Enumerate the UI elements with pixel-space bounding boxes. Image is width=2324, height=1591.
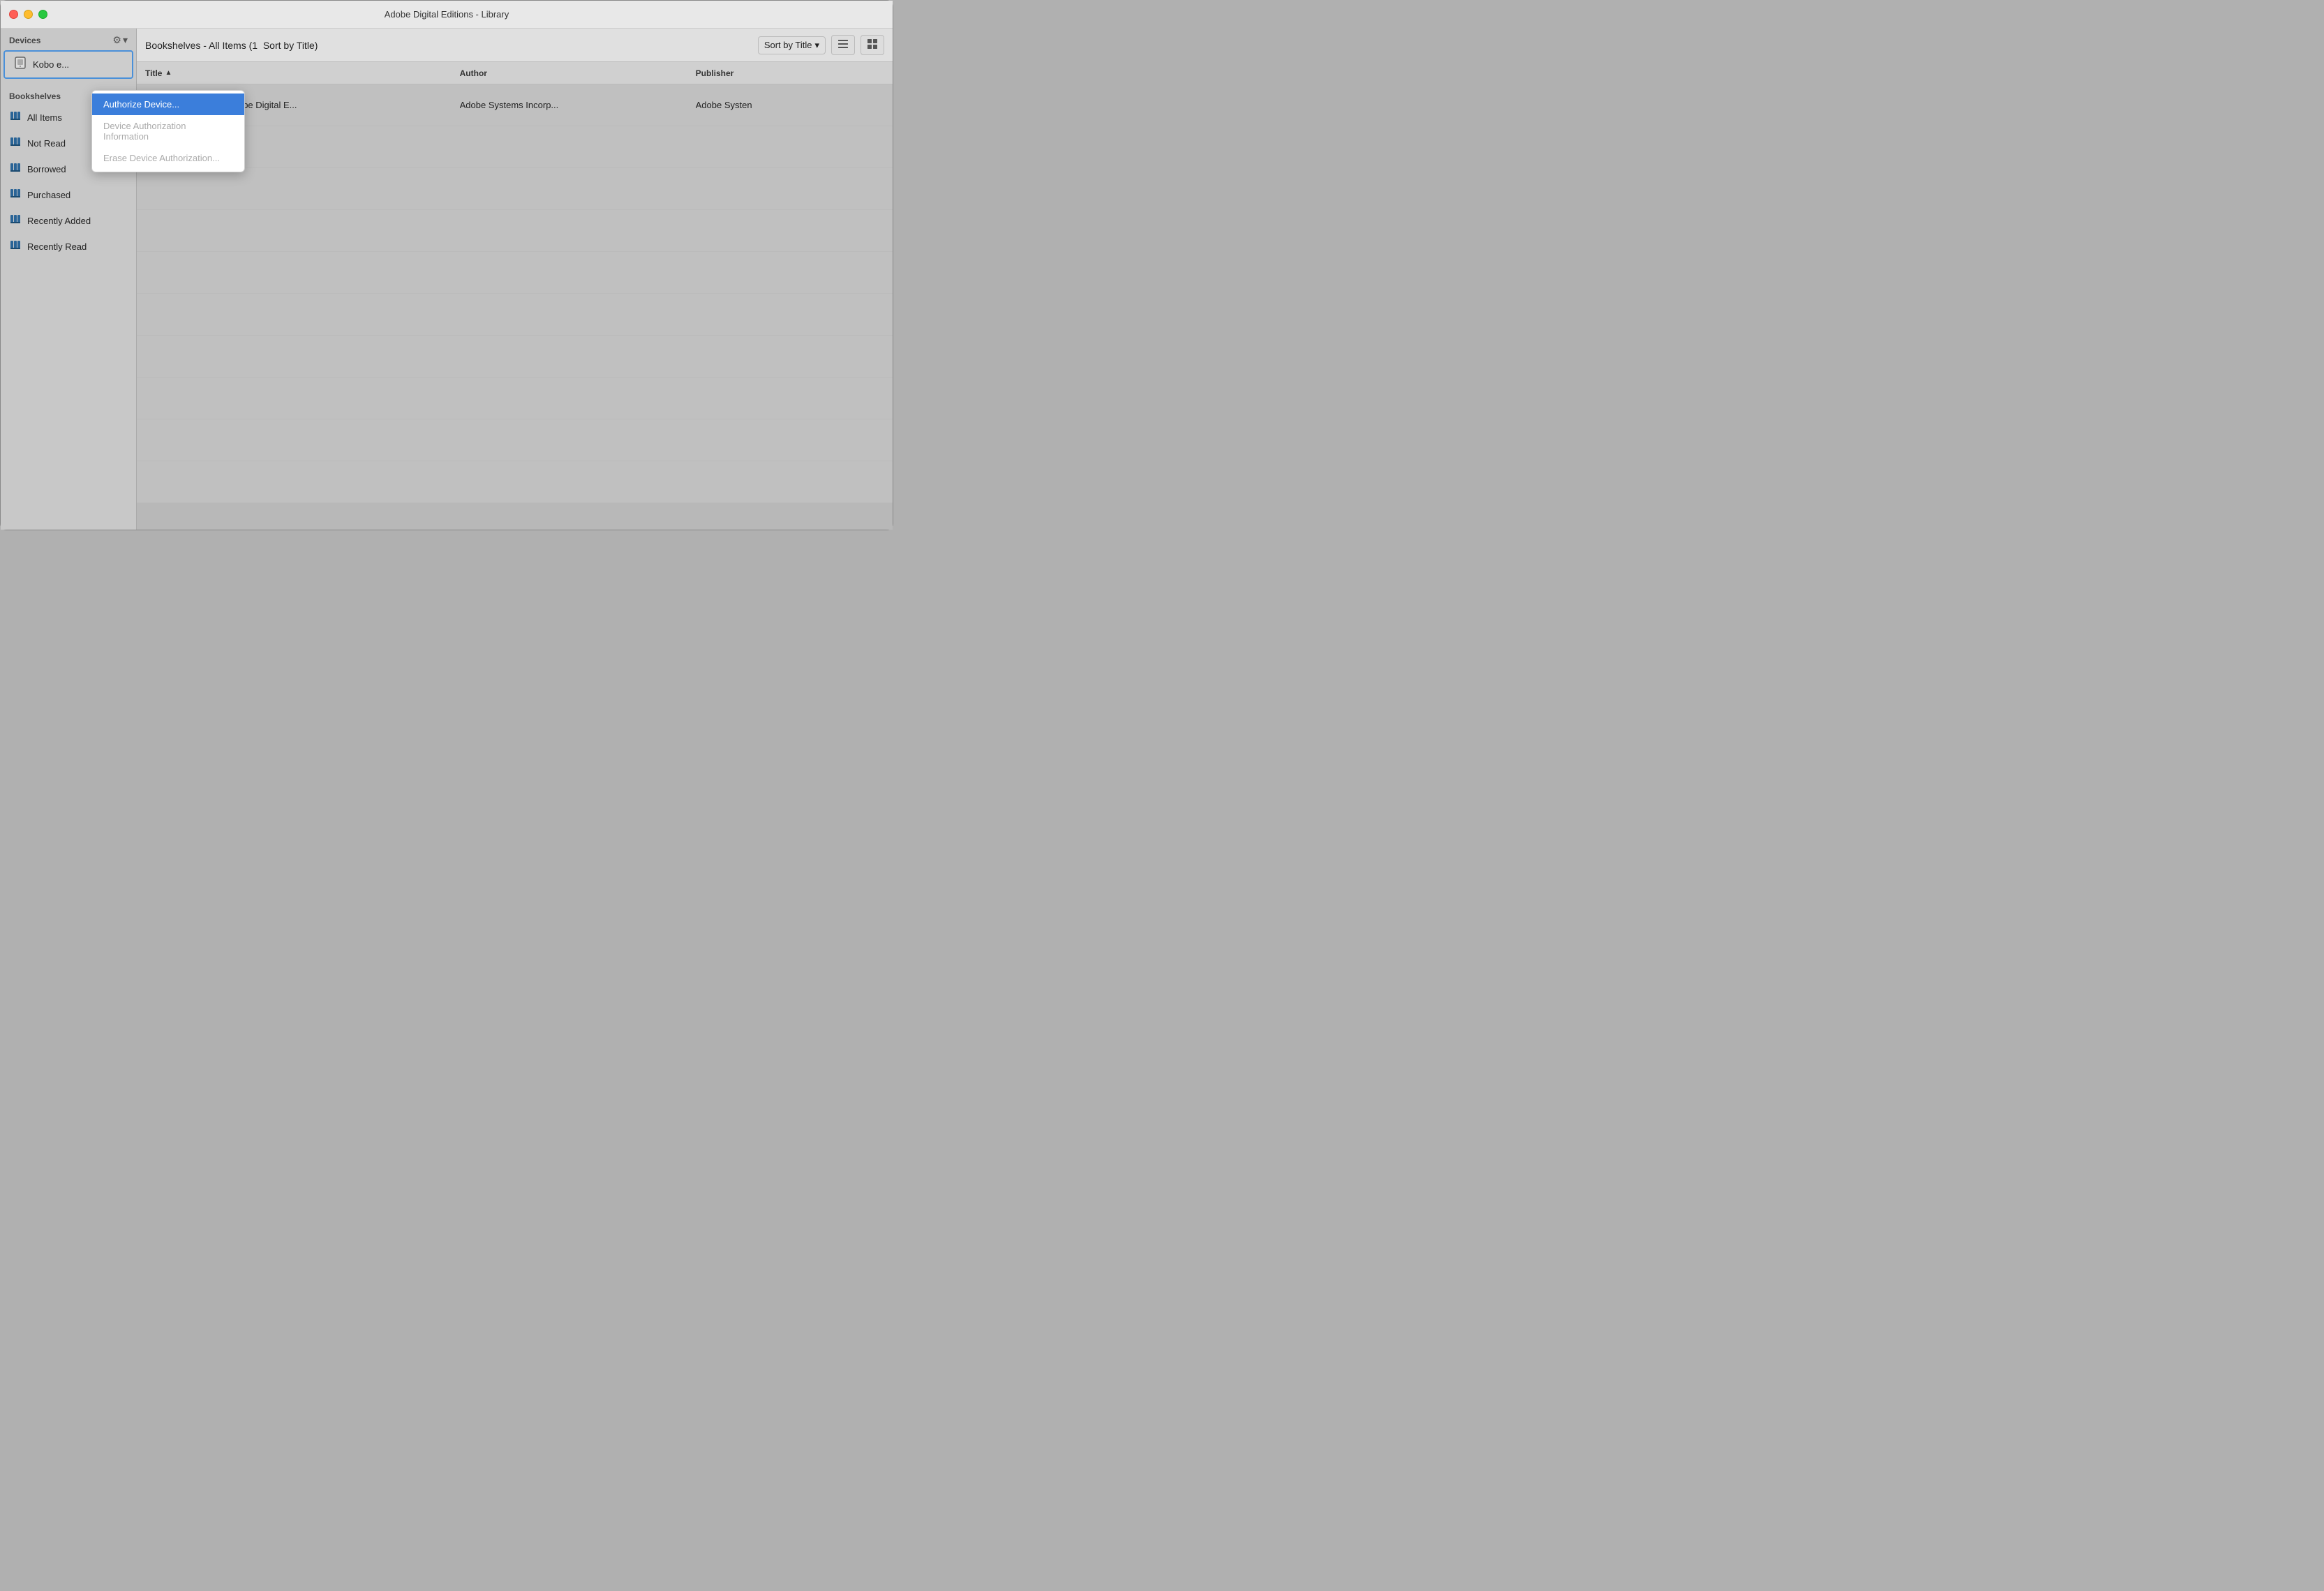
shelf-icon-not-read [9,135,22,151]
sidebar-item-label-recently-read: Recently Read [27,241,87,252]
empty-row-9 [137,461,893,503]
shelf-icon-recently-read [9,239,22,255]
sidebar-item-recently-added[interactable]: Recently Added [1,208,136,234]
device-dropdown-menu: Authorize Device... Device Authorization… [91,90,245,172]
maximize-button[interactable] [38,10,47,19]
devices-gear-button[interactable]: ⚙ ▾ [112,34,128,46]
sidebar-item-recently-read[interactable]: Recently Read [1,234,136,260]
menu-item-device-info: Device Authorization Information [92,115,244,147]
empty-row-1 [137,126,893,168]
shelf-icon-purchased [9,187,22,203]
column-publisher[interactable]: Publisher [696,68,884,78]
gear-dropdown-icon: ▾ [123,34,128,46]
toolbar-title: Bookshelves - All Items (1 Sort by Title… [145,40,318,51]
sort-asc-icon: ▲ [165,69,172,77]
menu-item-erase: Erase Device Authorization... [92,147,244,169]
content-area: Bookshelves - All Items (1 Sort by Title… [137,29,893,530]
menu-item-authorize[interactable]: Authorize Device... [92,94,244,115]
sidebar-item-purchased[interactable]: Purchased [1,182,136,208]
view-grid-icon [867,40,878,52]
devices-label: Devices [9,36,40,45]
column-title[interactable]: Title ▲ [145,68,460,78]
table-header: Title ▲ Author Publisher [137,62,893,84]
device-icon [13,56,27,73]
shelf-icon-borrowed [9,161,22,177]
shelf-icon-all-items [9,110,22,126]
empty-row-7 [137,378,893,419]
bookshelves-label: Bookshelves [9,91,61,101]
devices-section-header: Devices ⚙ ▾ [1,29,136,49]
sidebar: Devices ⚙ ▾ Kobo e... Authorize Device..… [1,29,137,530]
sort-dropdown[interactable]: Sort by Title ▾ [758,36,826,54]
empty-row-3 [137,210,893,252]
device-name: Kobo e... [33,59,69,70]
table-body: Getting Started with Adobe Digital E... … [137,84,893,530]
shelf-icon-recently-added [9,213,22,229]
sort-chevron-icon: ▾ [814,40,819,51]
gear-icon: ⚙ [112,34,121,46]
toolbar-right: Sort by Title ▾ [758,35,884,55]
cell-author-0: Adobe Systems Incorp... [460,100,696,110]
title-bar: Adobe Digital Editions - Library [1,1,893,29]
main-layout: Devices ⚙ ▾ Kobo e... Authorize Device..… [1,29,893,530]
empty-row-5 [137,294,893,336]
window-title: Adobe Digital Editions - Library [385,9,509,20]
table-row[interactable]: Getting Started with Adobe Digital E... … [137,84,893,126]
view-list-button[interactable] [831,35,855,55]
view-grid-button[interactable] [861,35,884,55]
empty-row-6 [137,336,893,378]
content-toolbar: Bookshelves - All Items (1 Sort by Title… [137,29,893,62]
empty-row-4 [137,252,893,294]
empty-row-8 [137,419,893,461]
minimize-button[interactable] [24,10,33,19]
close-button[interactable] [9,10,18,19]
sidebar-item-label-not-read: Not Read [27,138,66,149]
sidebar-item-label-borrowed: Borrowed [27,164,66,174]
sidebar-item-label-recently-added: Recently Added [27,216,91,226]
device-item-kobo[interactable]: Kobo e... [3,50,133,79]
empty-row-2 [137,168,893,210]
view-list-icon [837,40,849,52]
column-author[interactable]: Author [460,68,696,78]
window-controls [9,10,47,19]
sidebar-item-label-all-items: All Items [27,112,62,123]
sidebar-item-label-purchased: Purchased [27,190,70,200]
cell-publisher-0: Adobe Systen [696,100,884,110]
